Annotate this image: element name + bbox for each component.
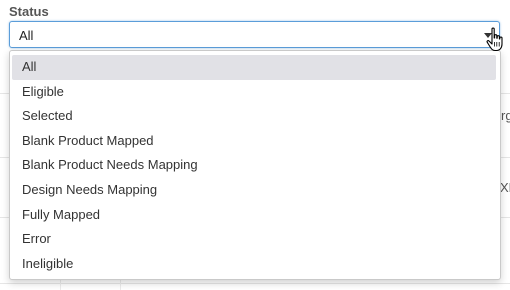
table-cell-fragment: rg <box>501 108 510 123</box>
table-cell-fragment: XL <box>500 180 510 195</box>
hand-pointer-icon <box>486 27 503 52</box>
status-select[interactable]: All <box>9 21 500 48</box>
table-row-divider <box>0 283 510 284</box>
status-dropdown-list: All Eligible Selected Blank Product Mapp… <box>9 50 501 280</box>
status-option-error[interactable]: Error <box>12 227 496 252</box>
status-option-fully-mapped[interactable]: Fully Mapped <box>12 203 496 228</box>
status-option-selected[interactable]: Selected <box>12 104 496 129</box>
status-option-all[interactable]: All <box>12 55 496 80</box>
status-filter-label: Status <box>9 4 49 19</box>
status-option-design-needs-mapping[interactable]: Design Needs Mapping <box>12 178 496 203</box>
status-select-value: All <box>19 28 34 43</box>
status-option-eligible[interactable]: Eligible <box>12 80 496 105</box>
status-option-blank-product-needs-mapping[interactable]: Blank Product Needs Mapping <box>12 153 496 178</box>
status-option-blank-product-mapped[interactable]: Blank Product Mapped <box>12 129 496 154</box>
status-option-ineligible[interactable]: Ineligible <box>12 252 496 277</box>
